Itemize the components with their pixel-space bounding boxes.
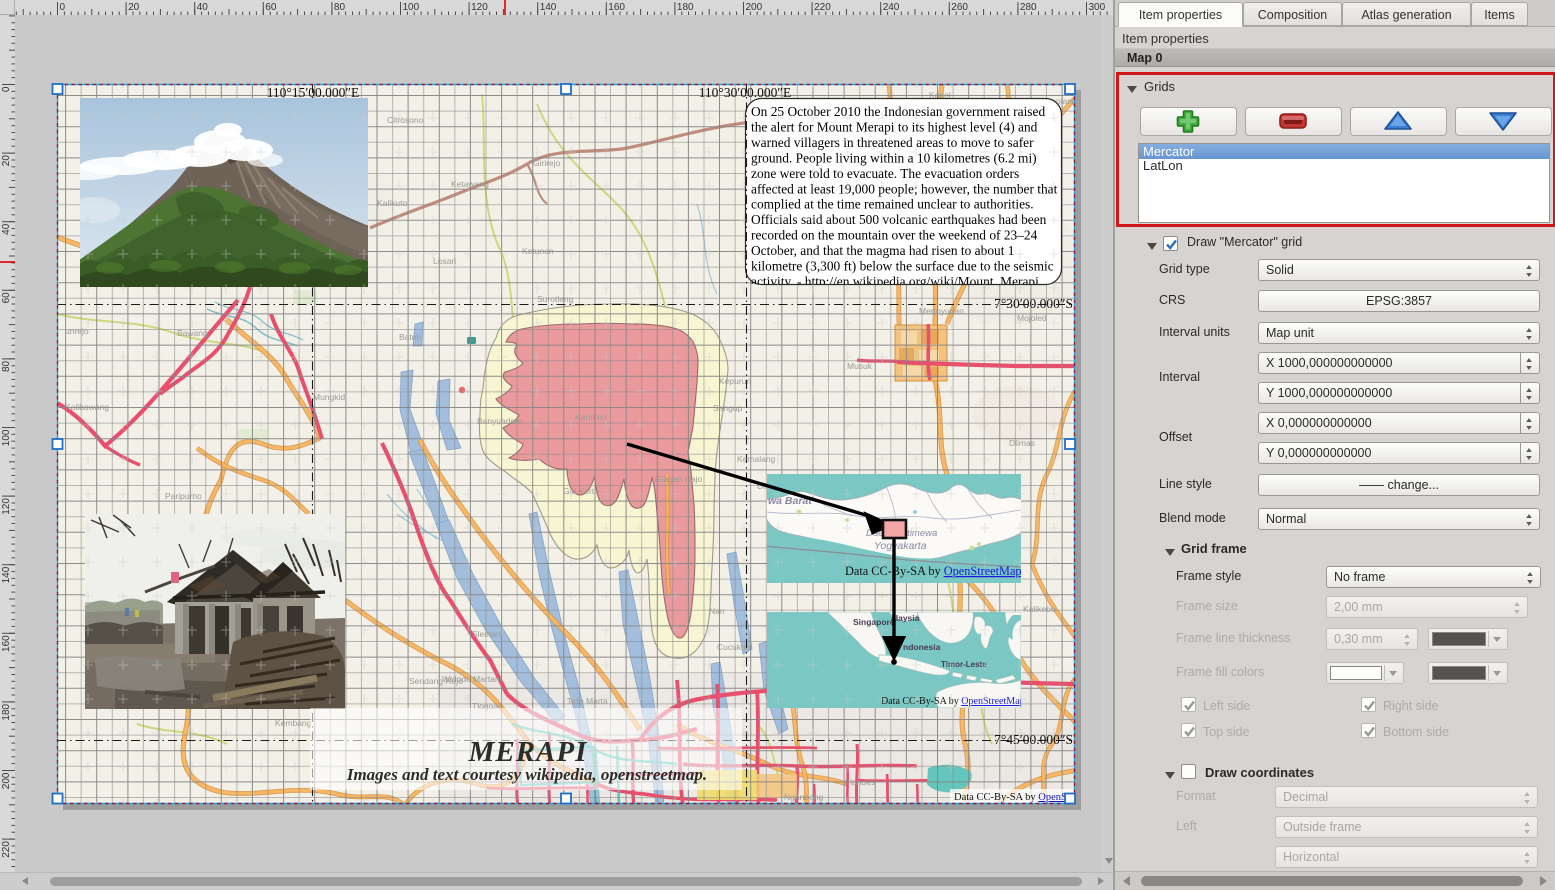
svg-text:60: 60 [265,2,277,13]
svg-text:On 25 October 2010 the Indones: On 25 October 2010 the Indonesian govern… [751,104,1045,119]
svg-text:Cucukan: Cucukan [717,642,751,652]
svg-text:140: 140 [1,566,12,583]
svg-text:Singapore: Singapore [853,617,895,627]
svg-text:160: 160 [1,635,12,652]
svg-text:unrejo: unrejo [65,326,89,336]
svg-text:Officials said about 500 volca: Officials said about 500 volcanic earthq… [751,212,1047,227]
svg-text:Yogyakarta: Yogyakarta [874,540,927,552]
svg-text:0: 0 [60,2,66,13]
svg-text:kilometre (3,300 ft) below the: kilometre (3,300 ft) below the surface d… [751,259,1054,274]
svg-text:Nan: Nan [709,606,725,616]
svg-text:affected at least 19,000 peopl: affected at least 19,000 people; however… [751,181,1058,196]
svg-text:60: 60 [1,292,12,304]
svg-text:Mojoled: Mojoled [1017,313,1047,323]
svg-text:warned villagers in threatened: warned villagers in threatened areas to … [751,135,1034,150]
svg-text:20: 20 [128,2,140,13]
svg-text:complied at the time remained: complied at the time remained unclear to… [751,197,1034,212]
svg-text:200: 200 [1,772,12,789]
svg-text:Sleman: Sleman [472,629,501,639]
svg-text:180: 180 [1,703,12,720]
svg-text:ground. People living within a: ground. People living within a 10 kilome… [751,150,1037,165]
svg-text:100: 100 [403,2,420,13]
svg-text:300: 300 [1089,2,1106,13]
svg-text:Images and text courtesy wikip: Images and text courtesy wikipedia, open… [346,765,707,784]
svg-text:Kalikebo: Kalikebo [1023,604,1056,614]
svg-text:October, and that the magma ha: October, and that the magma had risen to… [751,243,1014,258]
svg-text:20: 20 [1,155,12,167]
svg-text:Surotleng: Surotleng [537,294,574,304]
svg-text:Losari: Losari [433,256,456,266]
svg-text:140: 140 [540,2,557,13]
svg-text:80: 80 [1,360,12,372]
svg-text:80: 80 [334,2,346,13]
svg-text:Data CC-By-SA by OpenStreetMap: Data CC-By-SA by OpenStreetMap [845,564,1022,578]
svg-text:Data CC-By-SA by OpenStreetM: Data CC-By-SA by OpenStreetM [954,792,1075,803]
svg-text:200: 200 [746,2,763,13]
svg-text:7°30′00.000″S: 7°30′00.000″S [994,296,1073,311]
svg-text:120: 120 [1,498,12,515]
svg-text:0: 0 [1,86,12,92]
svg-text:the alert for Mount Merapi to: the alert for Mount Merapi to its highes… [751,120,1038,135]
svg-text:160: 160 [608,2,625,13]
svg-text:Mungkid: Mungkid [313,392,345,402]
svg-text:220: 220 [1,841,12,858]
svg-text:ndonesia: ndonesia [903,642,941,652]
svg-text:Data CC-By-SA by OpenStreetMap: Data CC-By-SA by OpenStreetMap [881,696,1025,707]
svg-text:Tirto Marta: Tirto Marta [567,696,608,706]
svg-text:40: 40 [1,223,12,235]
svg-text:120: 120 [471,2,488,13]
svg-text:280: 280 [1020,2,1037,13]
svg-text:100: 100 [1,429,12,446]
svg-text:Paripurno: Paripurno [165,491,202,501]
svg-text:180: 180 [677,2,694,13]
svg-text:240: 240 [883,2,900,13]
svg-text:40: 40 [197,2,209,13]
svg-text:Girirejo: Girirejo [533,158,561,168]
svg-text:Glagah Hajo: Glagah Hajo [655,474,703,484]
svg-text:recorded on the mountain over: recorded on the mountain over the weeken… [751,228,1038,243]
svg-text:7°45′00.000″S: 7°45′00.000″S [994,732,1073,747]
svg-text:220: 220 [814,2,831,13]
svg-text:260: 260 [951,2,968,13]
svg-text:110°15′00.000″E: 110°15′00.000″E [267,85,360,100]
svg-text:Bateh: Bateh [399,332,421,342]
svg-text:110°30′00.000″E: 110°30′00.000″E [699,85,792,100]
svg-text:MERAPI: MERAPI [468,736,589,768]
svg-text:Mertoyudan: Mertoyudan [919,306,964,316]
svg-text:zone were told to evacuate. Th: zone were told to evacuate. The evacuati… [751,166,1019,181]
